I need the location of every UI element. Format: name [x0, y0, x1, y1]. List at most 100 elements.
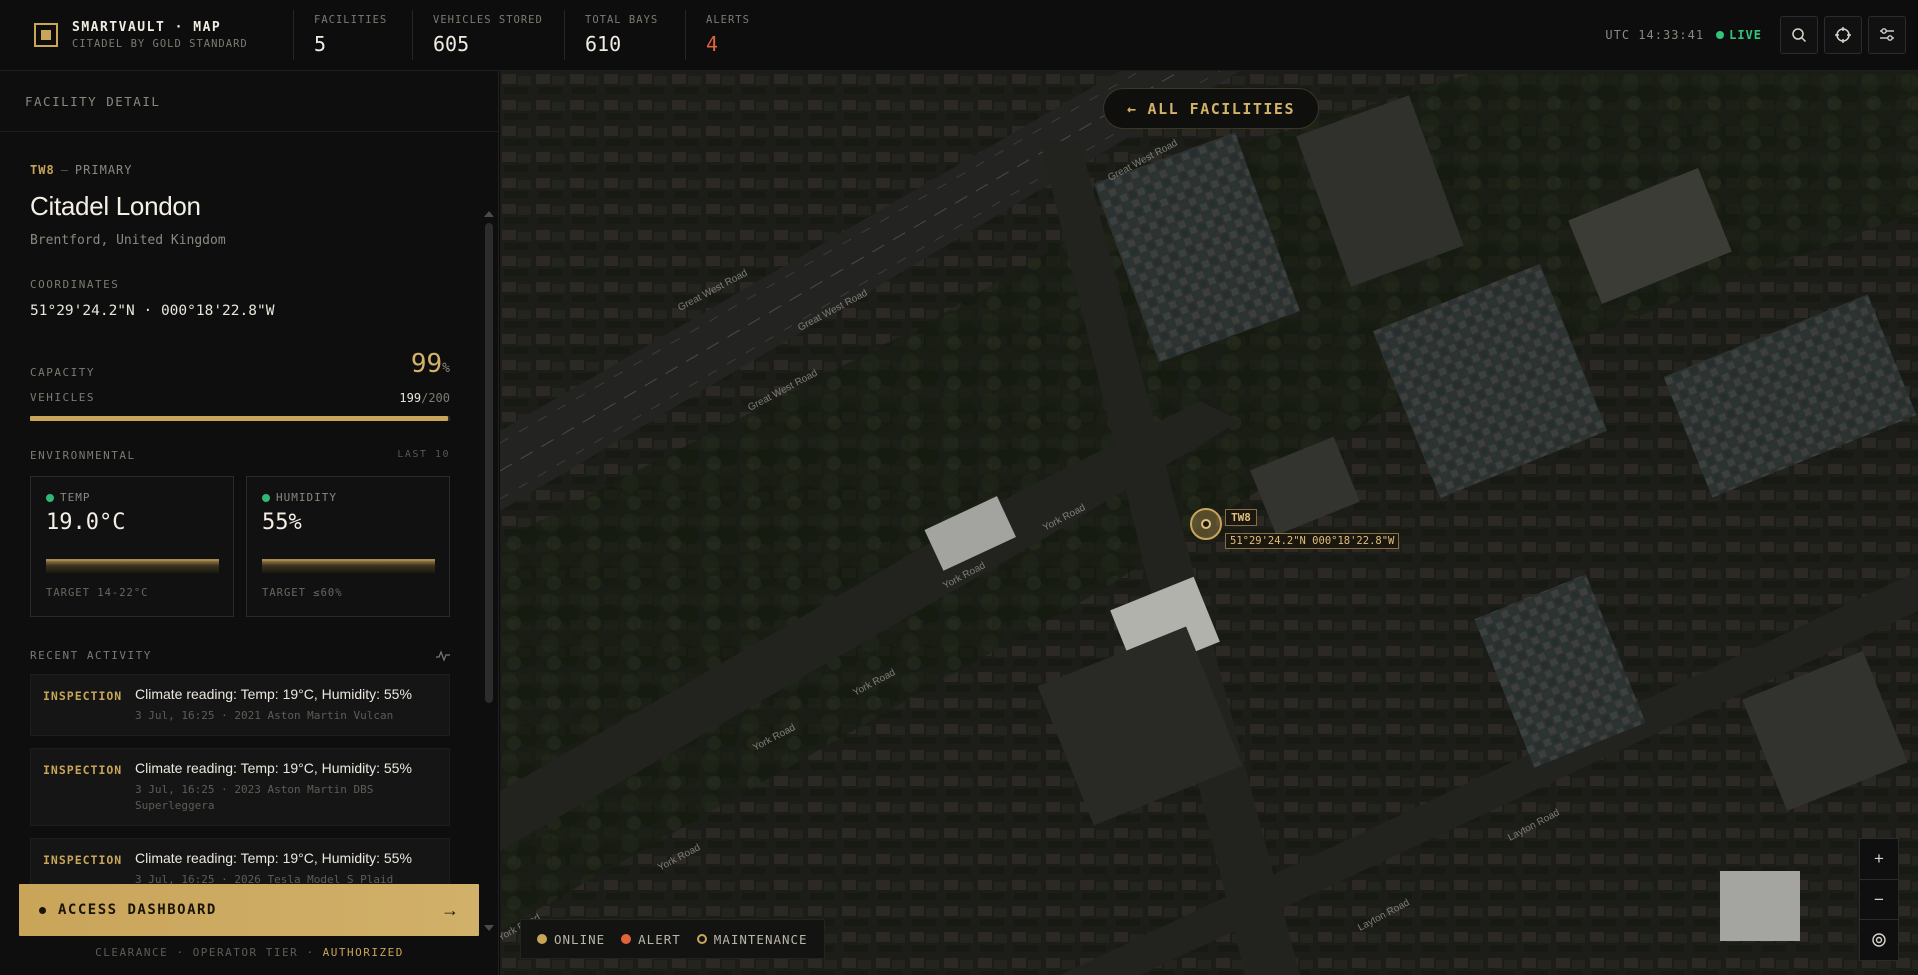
environmental-cards: TEMP 19.0°C TARGET 14-22°C HUMIDITY 55% … — [30, 476, 470, 617]
activity-header: RECENT ACTIVITY — [30, 649, 450, 662]
settings-button[interactable] — [1868, 16, 1906, 54]
satellite-map[interactable]: Great West Road Great West Road Great We… — [500, 71, 1918, 975]
online-dot-icon — [537, 934, 547, 944]
marker-label[interactable]: TW8 — [1225, 509, 1257, 526]
map-legend: ONLINE ALERT MAINTENANCE — [520, 919, 825, 959]
sidebar-scrollbar[interactable] — [484, 211, 494, 931]
live-indicator: LIVE — [1716, 28, 1762, 42]
search-button[interactable] — [1780, 16, 1818, 54]
stat-value: 5 — [314, 32, 327, 56]
bullet-icon — [39, 906, 46, 914]
activity-meta: 3 Jul, 16:25 · 2023 Aston Martin DBS Sup… — [135, 783, 374, 812]
temp-card[interactable]: TEMP 19.0°C TARGET 14-22°C — [30, 476, 234, 617]
utc-clock: UTC 14:33:41 — [1605, 28, 1705, 42]
capacity-row: CAPACITY 99% — [30, 349, 450, 379]
facility-name: Citadel London — [30, 191, 201, 221]
sliders-icon — [1880, 28, 1894, 41]
search-icon — [1792, 28, 1807, 43]
environmental-window[interactable]: LAST 10 — [397, 449, 450, 462]
activity-item[interactable]: INSPECTION Climate reading: Temp: 19°C, … — [30, 748, 450, 826]
facility-tier: PRIMARY — [74, 163, 133, 177]
humidity-target: TARGET ≤60% — [262, 587, 343, 599]
coordinates-value[interactable]: 51°29'24.2"N · 000°18'22.8"W — [30, 303, 470, 319]
access-dashboard-button[interactable]: ACCESS DASHBOARD → — [19, 884, 479, 936]
stat-facilities: FACILITIES 5 — [293, 10, 412, 60]
capacity-value: 99% — [411, 349, 450, 379]
vehicles-stored: 199 — [399, 391, 422, 405]
scroll-down-arrow-icon[interactable] — [484, 925, 494, 931]
access-dashboard-label: ACCESS DASHBOARD — [58, 902, 217, 918]
crosshair-icon — [1835, 27, 1851, 43]
clearance-status: AUTHORIZED — [322, 946, 404, 959]
capacity-unit: % — [442, 361, 450, 376]
humidity-card[interactable]: HUMIDITY 55% TARGET ≤60% — [246, 476, 450, 617]
vehicles-total: /200 — [421, 391, 450, 405]
zoom-out-button[interactable]: − — [1860, 880, 1898, 921]
stat-vehicles-stored: VEHICLES STORED 605 — [412, 10, 564, 60]
temp-value: 19.0°C — [46, 510, 126, 535]
facility-marker-tw8[interactable] — [1190, 508, 1222, 540]
temp-sparkline — [46, 559, 219, 573]
marker-coordinates: 51°29'24.2"N 000°18'22.8"W — [1225, 533, 1400, 549]
live-label: LIVE — [1729, 28, 1762, 42]
legend-label: ALERT — [638, 931, 681, 947]
brand-name: SMARTVAULT · MAP — [72, 20, 222, 35]
recenter-button[interactable] — [1860, 920, 1898, 960]
clearance-line: CLEARANCE · OPERATOR TIER · AUTHORIZED — [0, 946, 499, 959]
maintenance-ring-icon — [696, 934, 707, 944]
brand-subtitle: CITADEL BY GOLD STANDARD — [72, 38, 248, 50]
vault-logo-icon — [34, 23, 58, 47]
capacity-progress-fill — [30, 416, 448, 421]
stat-value: 605 — [433, 32, 470, 56]
alert-dot-icon — [621, 934, 632, 944]
stat-alerts[interactable]: ALERTS 4 — [685, 10, 785, 60]
activity-meta: 3 Jul, 16:25 · 2021 Aston Martin Vulcan — [135, 709, 394, 722]
legend-label: ONLINE — [554, 931, 606, 947]
humidity-sparkline — [262, 559, 435, 573]
vehicles-count: 199/200 — [399, 391, 450, 405]
facility-code: TW8 — [30, 163, 55, 177]
vehicles-row: VEHICLES 199/200 — [30, 391, 450, 405]
activity-type: INSPECTION — [43, 689, 123, 703]
arrow-left-icon: ← — [1127, 99, 1138, 118]
facility-sidebar: FACILITY DETAIL TW8 — PRIMARY Citadel Lond… — [0, 71, 499, 975]
zoom-controls: + − — [1859, 838, 1899, 961]
brand[interactable]: SMARTVAULT · MAP CITADEL BY GOLD STANDAR… — [0, 0, 293, 70]
legend-alert: ALERT — [621, 932, 681, 947]
locate-button[interactable] — [1824, 16, 1862, 54]
sidebar-title: FACILITY DETAIL — [0, 71, 498, 132]
scroll-up-arrow-icon[interactable] — [484, 211, 494, 217]
stat-label: FACILITIES — [314, 14, 388, 26]
all-facilities-button[interactable]: ← ALL FACILITIES — [1103, 88, 1319, 129]
pulse-icon[interactable] — [436, 649, 450, 662]
stat-label: VEHICLES STORED — [433, 14, 543, 26]
activity-label: RECENT ACTIVITY — [30, 649, 152, 662]
stat-value: 610 — [585, 32, 622, 56]
activity-title: Climate reading: Temp: 19°C, Humidity: 5… — [135, 850, 412, 866]
facility-location: Brentford, United Kingdom — [30, 233, 226, 248]
legend-maintenance: MAINTENANCE — [696, 932, 808, 947]
environmental-header: ENVIRONMENTAL LAST 10 — [30, 449, 450, 462]
target-dot-icon — [1201, 519, 1211, 529]
target-icon — [1872, 933, 1886, 947]
vehicles-label: VEHICLES — [30, 391, 95, 404]
activity-item[interactable]: INSPECTION Climate reading: Temp: 19°C, … — [30, 674, 450, 736]
humidity-header: HUMIDITY — [262, 491, 434, 504]
stat-label: ALERTS — [706, 14, 750, 26]
activity-type: INSPECTION — [43, 853, 123, 867]
zoom-in-button[interactable]: + — [1860, 839, 1898, 880]
activity-title: Climate reading: Temp: 19°C, Humidity: 5… — [135, 686, 412, 702]
humidity-label: HUMIDITY — [276, 491, 337, 504]
scroll-thumb[interactable] — [485, 223, 493, 703]
top-bar: SMARTVAULT · MAP CITADEL BY GOLD STANDAR… — [0, 0, 1918, 71]
facility-detail-scroll[interactable]: TW8 — PRIMARY Citadel London Brentford, Un… — [0, 133, 470, 938]
separator: — — [60, 163, 69, 177]
humidity-value: 55% — [262, 510, 302, 535]
status-dot-icon — [262, 493, 270, 502]
top-right-controls: UTC 14:33:41 LIVE — [1605, 16, 1918, 54]
activity-title: Climate reading: Temp: 19°C, Humidity: 5… — [135, 760, 412, 776]
status-dot-icon — [46, 493, 54, 502]
temp-header: TEMP — [46, 491, 218, 504]
live-dot-icon — [1716, 31, 1725, 39]
environmental-label: ENVIRONMENTAL — [30, 449, 136, 462]
